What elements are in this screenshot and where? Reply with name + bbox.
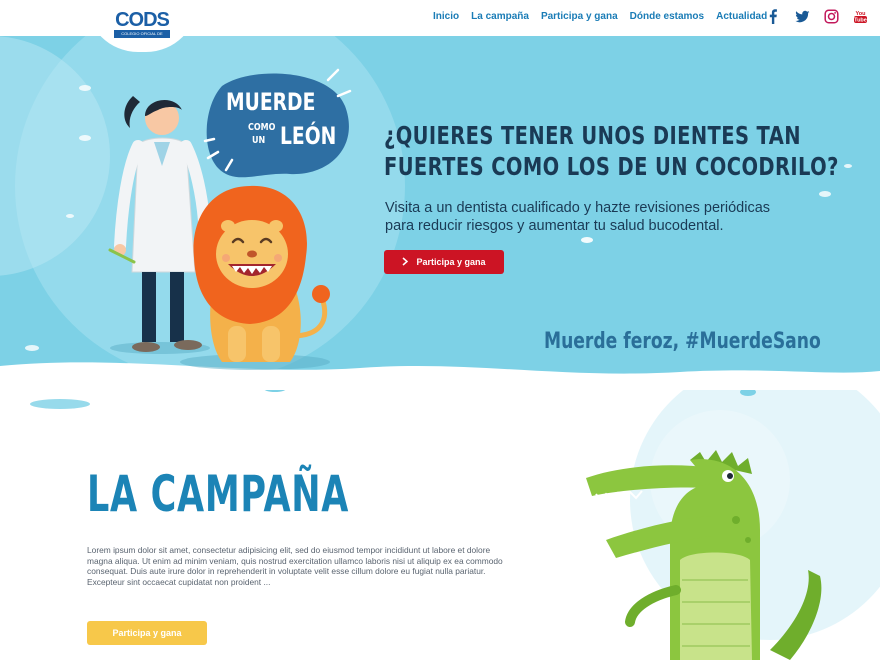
svg-text:Tube: Tube <box>854 18 867 24</box>
muerde-badge-text: MUERDE COMO UN LEÓN <box>224 88 344 178</box>
nav-participa-y-gana[interactable]: Participa y gana <box>541 11 618 25</box>
logo-text: CODS <box>115 9 170 31</box>
hero-button-label: Participa y gana <box>416 257 486 267</box>
hero-description: Visita a un dentista cualificado y hazte… <box>385 200 771 234</box>
hero-section: MUERDE COMO UN LEÓN ¿Quieres tener unos … <box>0 36 880 390</box>
nav-inicio[interactable]: Inicio <box>433 11 459 25</box>
social-links: You Tube <box>766 9 868 24</box>
facebook-icon[interactable] <box>766 9 781 24</box>
hero-title-line2: fuertes como los de un cocodrilo? <box>384 152 839 181</box>
cods-logo[interactable]: CODS COLEGIO OFICIAL DE DENTISTAS DE SEV… <box>112 10 172 40</box>
hero-wave <box>0 362 880 390</box>
campaign-participa-button[interactable]: Participa y gana <box>87 621 207 645</box>
nav-la-campana[interactable]: La campaña <box>471 11 529 25</box>
campaign-title: La campaña <box>87 465 350 523</box>
nav-donde-estamos[interactable]: Dónde estamos <box>630 11 704 25</box>
hero-title-line1: ¿Quieres tener unos dientes tan <box>384 121 801 150</box>
chevron-right-icon <box>402 256 409 268</box>
youtube-icon[interactable]: You Tube <box>853 9 868 24</box>
badge-muerde: MUERDE <box>226 88 316 116</box>
hero-participa-button[interactable]: Participa y gana <box>384 250 504 274</box>
nav-actualidad[interactable]: Actualidad <box>716 11 767 25</box>
hero-tagline: Muerde feroz, #MuerdeSano <box>544 329 821 354</box>
main-nav: Inicio La campaña Participa y gana Dónde… <box>433 11 767 25</box>
campaign-button-label: Participa y gana <box>112 628 182 638</box>
badge-como: COMO <box>248 122 276 133</box>
twitter-icon[interactable] <box>795 9 810 24</box>
hero-title: ¿Quieres tener unos dientes tan fuertes … <box>384 120 838 182</box>
instagram-icon[interactable] <box>824 9 839 24</box>
campaign-text: Lorem ipsum dolor sit amet, consectetur … <box>87 545 503 587</box>
campaign-illustration <box>30 390 880 660</box>
badge-leon: LEÓN <box>280 122 337 150</box>
logo-subtitle: COLEGIO OFICIAL DE DENTISTAS DE SEVILLA <box>114 30 170 38</box>
badge-un: UN <box>252 135 266 146</box>
